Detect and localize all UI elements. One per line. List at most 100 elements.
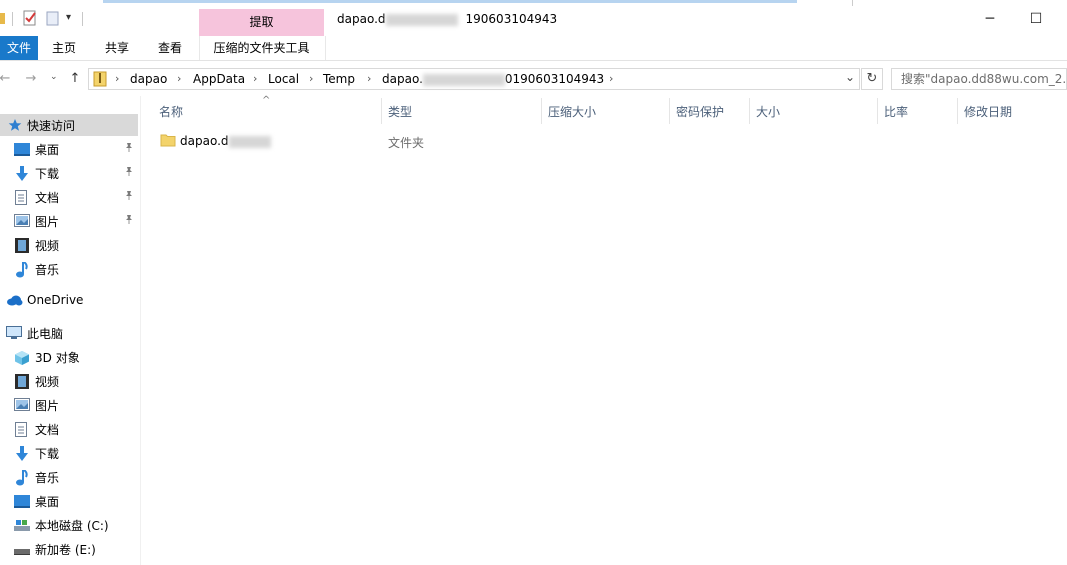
address-dropdown-icon[interactable]: ⌄: [845, 70, 855, 84]
pin-icon[interactable]: [124, 166, 134, 176]
breadcrumb-temp[interactable]: Temp: [323, 72, 355, 86]
sidebar-item-downloads[interactable]: 下载: [0, 162, 138, 184]
tab-compressed-folder-tools-label: 压缩的文件夹工具: [213, 41, 310, 55]
search-placeholder: 搜索"dapao.dd88wu.com_2...: [901, 72, 1067, 86]
sidebar-item-3d-objects[interactable]: 3D 对象: [0, 346, 138, 368]
sidebar-item-new-volume-e[interactable]: 新加卷 (E:): [0, 538, 138, 560]
sidebar-item-videos[interactable]: 视频: [0, 234, 138, 256]
tab-home[interactable]: 主页: [42, 36, 86, 60]
window-title-suffix: 190603104943: [465, 12, 558, 26]
sidebar-item-pc-music[interactable]: 音乐: [0, 466, 138, 488]
tab-compressed-folder-tools[interactable]: 压缩的文件夹工具: [199, 36, 324, 60]
refresh-button[interactable]: ↻: [861, 68, 883, 90]
breadcrumb-appdata[interactable]: AppData: [193, 72, 245, 86]
pictures-icon: [14, 398, 30, 412]
sidebar-item-local-disk-c[interactable]: 本地磁盘 (C:): [0, 514, 138, 536]
file-name[interactable]: dapao.d: [180, 134, 271, 148]
back-button[interactable]: ←: [0, 70, 14, 88]
sidebar-item-pc-desktop[interactable]: 桌面: [0, 490, 138, 512]
file-type: 文件夹: [388, 136, 425, 150]
folder-icon[interactable]: [0, 10, 10, 26]
sidebar-item-pc-downloads[interactable]: 下载: [0, 442, 138, 464]
breadcrumb-separator: ›: [253, 72, 258, 85]
tab-view[interactable]: 查看: [148, 36, 192, 60]
sidebar-item-label: 快速访问: [27, 119, 76, 133]
up-button[interactable]: ↑: [66, 70, 84, 88]
column-divider[interactable]: [381, 98, 382, 124]
tab-share[interactable]: 共享: [95, 36, 139, 60]
minimize-button[interactable]: ─: [968, 6, 1012, 32]
column-header-size[interactable]: 大小: [756, 103, 780, 121]
sidebar-item-onedrive[interactable]: OneDrive: [0, 290, 138, 312]
sidebar-item-pictures[interactable]: 图片: [0, 210, 138, 232]
redacted-area: [385, 13, 458, 26]
breadcrumb-separator: ›: [367, 72, 372, 85]
column-divider[interactable]: [669, 98, 670, 124]
tab-extract-label: 提取: [249, 15, 274, 29]
sidebar-item-this-pc[interactable]: 此电脑: [0, 322, 138, 344]
video-icon: [15, 374, 31, 389]
breadcrumb-dapao[interactable]: dapao: [130, 72, 167, 86]
sidebar-item-pc-videos[interactable]: 视频: [0, 370, 138, 392]
pin-icon[interactable]: [124, 142, 134, 152]
sidebar-item-music[interactable]: 音乐: [0, 258, 138, 280]
column-header-name[interactable]: 名称: [159, 103, 183, 121]
toolbar-divider: [12, 12, 13, 26]
column-divider[interactable]: [957, 98, 958, 124]
tab-file-label: 文件: [6, 41, 31, 55]
column-header-password-protected[interactable]: 密码保护: [676, 103, 724, 121]
properties-icon[interactable]: [23, 10, 37, 26]
file-name-prefix: dapao.d: [180, 134, 229, 148]
breadcrumb-separator: ›: [309, 72, 314, 85]
tab-home-label: 主页: [51, 41, 76, 55]
cloud-icon: [6, 294, 23, 308]
sidebar-item-pc-documents[interactable]: 文档: [0, 418, 138, 440]
window-title-prefix: dapao.d: [337, 12, 386, 26]
column-header-compressed-size[interactable]: 压缩大小: [548, 103, 596, 121]
search-input[interactable]: 搜索"dapao.dd88wu.com_2...: [891, 68, 1067, 90]
pin-icon[interactable]: [124, 214, 134, 224]
sidebar-item-label: 本地磁盘 (C:): [35, 519, 109, 533]
sidebar-item-label: 视频: [35, 375, 60, 389]
document-icon: [15, 422, 31, 437]
breadcrumb-local[interactable]: Local: [268, 72, 299, 86]
column-header-type[interactable]: 类型: [388, 103, 412, 121]
sidebar-item-documents[interactable]: 文档: [0, 186, 138, 208]
maximize-icon: ☐: [1029, 11, 1043, 27]
music-note-icon: [15, 470, 31, 486]
window-edge-divider: [852, 0, 853, 6]
sidebar-item-label: 3D 对象: [35, 351, 80, 365]
recent-locations-chevron-icon[interactable]: ⌄: [50, 72, 58, 82]
customize-toolbar-icon[interactable]: ▾: [66, 12, 71, 23]
tab-extract[interactable]: 提取: [199, 9, 324, 36]
column-header-ratio[interactable]: 比率: [884, 103, 908, 121]
sidebar-item-quick-access[interactable]: 快速访问: [0, 114, 138, 136]
sidebar-item-label: 此电脑: [27, 327, 64, 341]
breadcrumb-separator: ›: [177, 72, 182, 85]
tab-file[interactable]: 文件: [0, 36, 38, 60]
column-divider[interactable]: [541, 98, 542, 124]
table-row[interactable]: [150, 127, 1060, 155]
breadcrumb-current[interactable]: dapao. 0190603104943: [382, 72, 604, 86]
sidebar-item-pc-pictures[interactable]: 图片: [0, 394, 138, 416]
refresh-icon: ↻: [866, 71, 878, 86]
sidebar-item-label: 桌面: [35, 495, 60, 509]
window-title: dapao.d 190603104943: [337, 12, 557, 26]
breadcrumb-current-suffix: 0190603104943: [504, 72, 605, 86]
new-folder-icon[interactable]: [46, 10, 60, 26]
maximize-button[interactable]: ☐: [1014, 6, 1058, 32]
sidebar-item-desktop[interactable]: 桌面: [0, 138, 138, 160]
forward-button[interactable]: →: [22, 70, 40, 88]
column-header-date-modified[interactable]: 修改日期: [964, 103, 1012, 121]
desktop-icon: [14, 142, 30, 156]
column-divider[interactable]: [877, 98, 878, 124]
zip-folder-icon: [93, 71, 107, 87]
pin-icon[interactable]: [124, 190, 134, 200]
redacted-area: [422, 73, 505, 86]
back-arrow-icon: ←: [0, 71, 11, 86]
column-divider[interactable]: [749, 98, 750, 124]
tab-view-label: 查看: [157, 41, 182, 55]
breadcrumb-separator: ›: [115, 72, 120, 85]
cube-3d-icon: [14, 350, 30, 365]
folder-icon: [160, 132, 176, 148]
